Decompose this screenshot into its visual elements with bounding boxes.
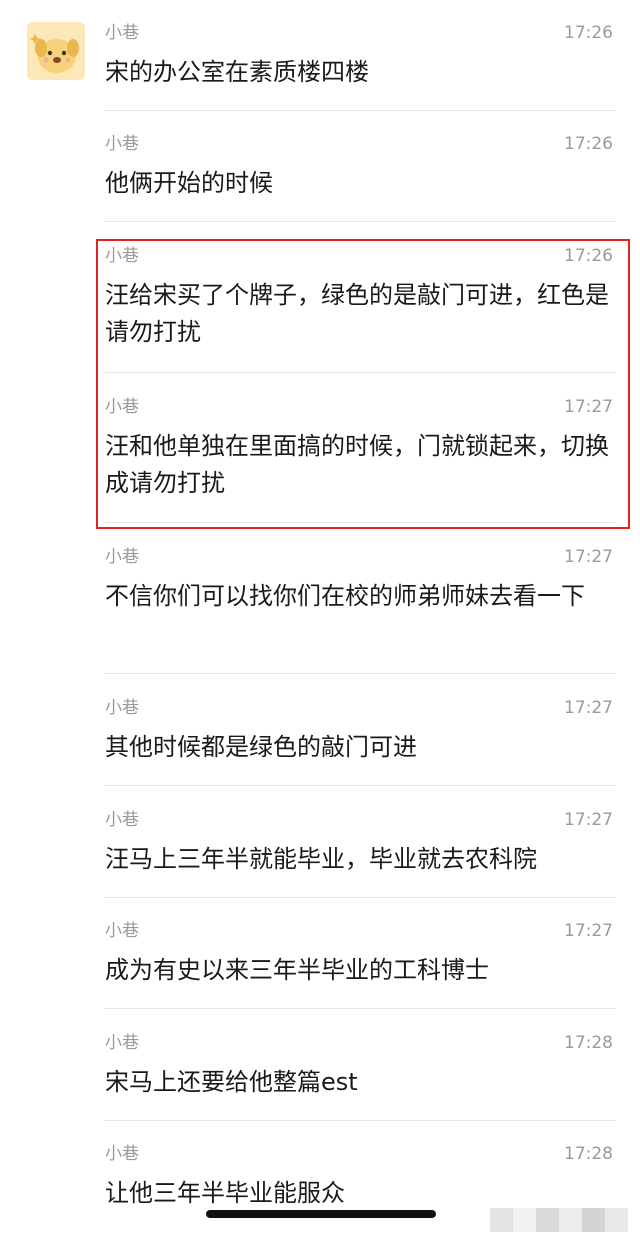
message-item: 小巷 17:27 其他时候都是绿色的敲门可进 xyxy=(105,697,615,786)
message-time: 17:28 xyxy=(564,1144,613,1164)
message-item: 小巷 17:27 不信你们可以找你们在校的师弟师妹去看一下 xyxy=(105,546,615,674)
message-time: 17:27 xyxy=(564,921,613,941)
message-item: 小巷 17:28 让他三年半毕业能服众 xyxy=(105,1143,615,1213)
cartoon-dog-avatar-icon xyxy=(27,22,85,80)
message-item: 小巷 17:27 成为有史以来三年半毕业的工科博士 xyxy=(105,920,615,1009)
message-time: 17:26 xyxy=(564,134,613,154)
sender-name: 小巷 xyxy=(105,810,139,830)
message-item: 小巷 17:26 宋的办公室在素质楼四楼 xyxy=(105,22,615,111)
message-item: 小巷 17:28 宋马上还要给他整篇est xyxy=(105,1032,615,1121)
message-time: 17:28 xyxy=(564,1033,613,1053)
message-text: 汪马上三年半就能毕业，毕业就去农科院 xyxy=(105,845,537,873)
highlight-box xyxy=(96,239,630,529)
sender-name: 小巷 xyxy=(105,1144,139,1164)
sender-name: 小巷 xyxy=(105,134,139,154)
message-item: 小巷 17:27 汪马上三年半就能毕业，毕业就去农科院 xyxy=(105,809,615,898)
sender-name: 小巷 xyxy=(105,698,139,718)
message-text: 宋的办公室在素质楼四楼 xyxy=(105,58,369,86)
sender-name: 小巷 xyxy=(105,1033,139,1053)
message-text: 他俩开始的时候 xyxy=(105,169,273,197)
sender-name: 小巷 xyxy=(105,921,139,941)
message-time: 17:27 xyxy=(564,810,613,830)
message-text: 不信你们可以找你们在校的师弟师妹去看一下 xyxy=(105,582,585,610)
message-item: 小巷 17:26 他俩开始的时候 xyxy=(105,133,615,222)
message-time: 17:27 xyxy=(564,698,613,718)
sender-name: 小巷 xyxy=(105,23,139,43)
sender-name: 小巷 xyxy=(105,547,139,567)
home-indicator[interactable] xyxy=(206,1210,436,1218)
message-text: 让他三年半毕业能服众 xyxy=(105,1179,345,1207)
message-text: 其他时候都是绿色的敲门可进 xyxy=(105,733,417,761)
message-time: 17:26 xyxy=(564,23,613,43)
message-text: 成为有史以来三年半毕业的工科博士 xyxy=(105,956,489,984)
message-time: 17:27 xyxy=(564,547,613,567)
avatar[interactable] xyxy=(27,22,85,80)
blurred-watermark xyxy=(490,1208,628,1232)
message-text: 宋马上还要给他整篇est xyxy=(105,1068,358,1096)
